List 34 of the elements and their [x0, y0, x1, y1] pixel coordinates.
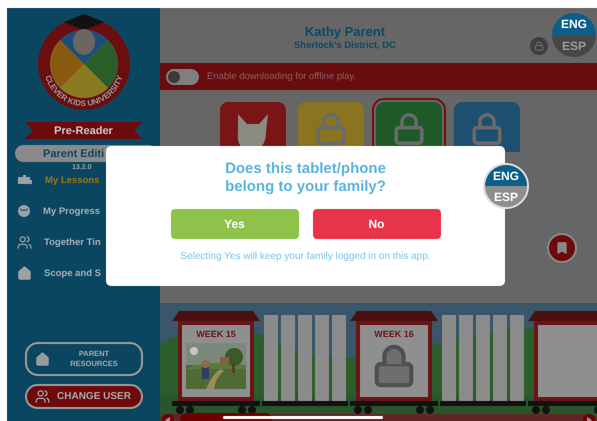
- dialog-note: Selecting Yes will keep your family logged in on this app.: [180, 251, 431, 262]
- menu-item[interactable]: My Progress: [43, 206, 100, 216]
- train-car[interactable]: [534, 321, 597, 401]
- lock-icon: [392, 112, 426, 146]
- train-car[interactable]: WEEK 16: [356, 321, 432, 401]
- lock-icon[interactable]: [530, 37, 548, 55]
- user-name: Kathy Parent: [304, 24, 386, 39]
- dialog-title: Does this tablet/phone belong to your family?: [224, 160, 387, 196]
- people-icon: [17, 234, 32, 250]
- lock-icon: [314, 112, 348, 146]
- wheels-drawing: [528, 401, 597, 414]
- users-icon: [34, 389, 50, 404]
- globe-icon: [17, 204, 31, 218]
- train-car[interactable]: WEEK 15: [178, 321, 254, 401]
- week-label: WEEK 15: [196, 329, 236, 339]
- house-icon: [17, 266, 32, 280]
- edition-label: Parent Editi: [43, 148, 104, 160]
- menu-item[interactable]: Together Tin: [44, 236, 101, 248]
- week-label: WEEK 16: [374, 329, 414, 339]
- train-icon: [17, 174, 33, 186]
- language-toggle[interactable]: ENG ESP: [483, 163, 529, 209]
- change-user-button[interactable]: CHANGE USER: [24, 384, 142, 409]
- lock-icon: [470, 112, 504, 146]
- bookmark-icon[interactable]: [547, 232, 577, 262]
- offline-label: Enable downloading for offline play.: [207, 71, 356, 82]
- offline-toggle[interactable]: [166, 68, 199, 84]
- no-button[interactable]: No: [312, 209, 440, 239]
- menu-item[interactable]: My Lessons: [45, 174, 100, 186]
- lesson-tile[interactable]: [454, 102, 520, 152]
- level-ribbon: Pre-Reader: [24, 122, 142, 139]
- house-icon: [34, 352, 50, 366]
- car-roof: [528, 311, 597, 321]
- district-name: Sherlock's District, DC: [294, 40, 396, 51]
- menu-item[interactable]: Scope and S: [44, 268, 102, 278]
